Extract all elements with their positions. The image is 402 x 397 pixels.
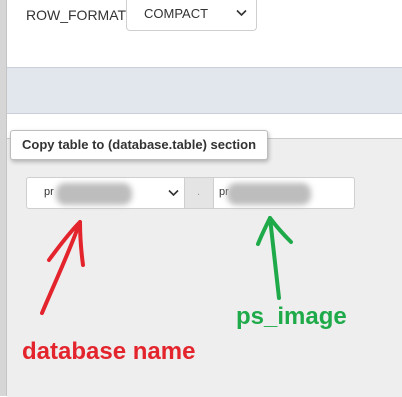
green-arrow xyxy=(256,216,293,300)
red-arrow xyxy=(40,220,85,315)
annotation-database-name: database name xyxy=(22,338,196,365)
annotation-arrows xyxy=(40,216,293,315)
annotation-table-name: ps_image xyxy=(236,303,347,330)
